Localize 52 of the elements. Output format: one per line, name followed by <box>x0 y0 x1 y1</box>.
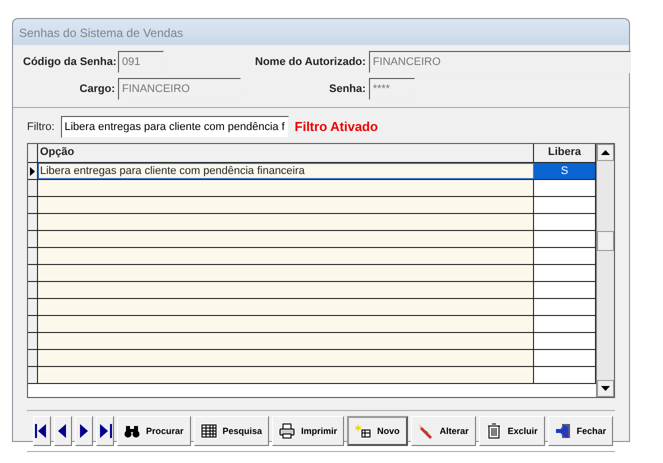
row-indicator-cell[interactable] <box>28 367 38 383</box>
row-indicator-cell[interactable] <box>28 197 38 213</box>
input-field: FINANCEIRO <box>368 51 631 73</box>
filter-status: Filtro Ativado <box>294 118 378 136</box>
field-label: Nome do Autorizado: <box>255 54 366 70</box>
row-indicator-cell[interactable] <box>28 333 38 349</box>
exit-door-icon <box>554 423 571 439</box>
binoculars-icon <box>124 423 140 439</box>
column-header: Libera <box>534 144 596 162</box>
row-indicator-cell[interactable] <box>28 282 38 298</box>
field-label: Código da Senha: <box>23 54 115 70</box>
field-label: Senha: <box>328 82 366 97</box>
input-field: 091 <box>118 51 164 73</box>
table-cell[interactable]: S <box>534 163 596 179</box>
input-field: **** <box>368 78 415 100</box>
last-icon <box>97 423 113 439</box>
row-indicator-cell[interactable] <box>28 231 38 247</box>
down-arrow-icon[interactable] <box>601 386 610 391</box>
row-indicator-cell[interactable] <box>28 180 38 196</box>
pencil-icon <box>418 423 434 439</box>
table-cell[interactable]: Libera entregas para cliente com pendência financeira <box>38 163 534 179</box>
trash-icon <box>486 423 502 439</box>
scroll-thumb[interactable] <box>597 231 614 251</box>
toolbar-button[interactable]: Alterar <box>410 416 476 446</box>
toolbar-button[interactable]: Novo <box>347 416 408 446</box>
row-indicator-cell[interactable] <box>28 265 38 281</box>
new-record-icon <box>355 423 372 439</box>
filter-field[interactable]: Libera entregas para cliente com pendência f <box>60 116 289 138</box>
navigation-button[interactable] <box>96 416 114 446</box>
column-header: Opção <box>38 144 534 162</box>
toolbar-button[interactable]: Pesquisa <box>194 416 270 446</box>
row-indicator-cell[interactable] <box>28 214 38 230</box>
toolbar-button[interactable]: Imprimir <box>272 416 344 446</box>
row-indicator-cell[interactable] <box>28 248 38 264</box>
scrollbar[interactable] <box>596 144 614 397</box>
printer-icon <box>279 423 296 439</box>
table-icon <box>200 423 217 439</box>
filter-label: Filtro: <box>27 120 54 135</box>
row-indicator-cell[interactable] <box>28 299 38 315</box>
up-arrow-icon[interactable] <box>601 150 610 155</box>
row-indicator-cell[interactable] <box>28 163 38 179</box>
window-title: Senhas do Sistema de Vendas <box>13 19 629 45</box>
field-label: Cargo: <box>78 82 115 97</box>
row-indicator-cell[interactable] <box>28 316 38 332</box>
row-indicator-cell[interactable] <box>28 350 38 366</box>
toolbar-button[interactable]: Fechar <box>548 416 614 446</box>
navigation-button[interactable] <box>75 416 93 446</box>
navigation-button[interactable] <box>33 416 51 446</box>
navigation-button[interactable] <box>54 416 72 446</box>
toolbar-button[interactable]: Excluir <box>478 416 545 446</box>
toolbar-button[interactable]: Procurar <box>117 416 191 446</box>
input-field: FINANCEIRO <box>118 78 241 100</box>
